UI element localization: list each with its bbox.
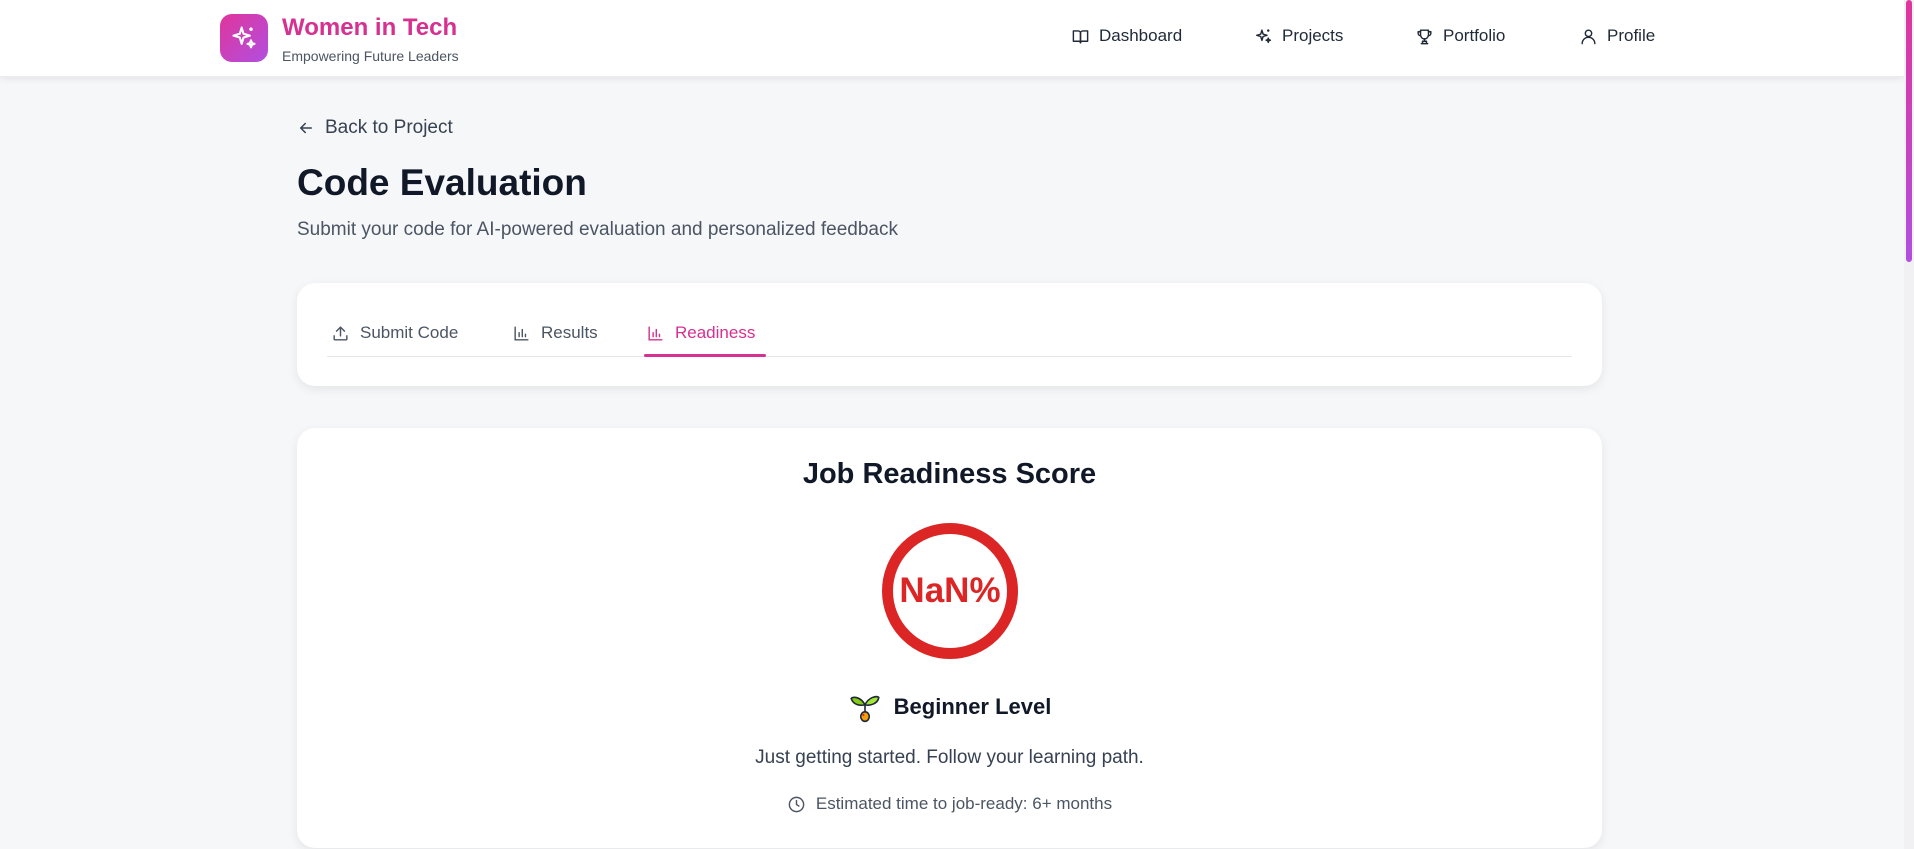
tab-readiness[interactable]: Readiness: [646, 323, 755, 343]
readiness-title: Job Readiness Score: [802, 458, 1097, 490]
nav-item-portfolio[interactable]: Portfolio: [1415, 26, 1505, 46]
level-label: Beginner Level: [893, 694, 1052, 719]
back-to-project-link[interactable]: Back to Project: [297, 117, 453, 139]
readiness-level: Beginner Level: [297, 690, 1602, 724]
bar-chart-icon: [648, 325, 663, 341]
score-value: NaN%: [899, 571, 1001, 610]
scrollbar-thumb[interactable]: [1906, 0, 1912, 262]
sparkles-icon[interactable]: [220, 14, 268, 62]
evaluation-tabs-card: Submit Code Results Readiness: [297, 283, 1602, 386]
tabs-divider: [327, 356, 1572, 357]
tab-label: Results: [541, 323, 598, 342]
upload-icon: [333, 325, 348, 341]
top-navigation-bar: Women in Tech Empowering Future Leaders …: [0, 0, 1904, 77]
level-description: Just getting started. Follow your learni…: [755, 747, 1144, 768]
page-title: Code Evaluation: [297, 162, 587, 203]
back-link-label: Back to Project: [325, 117, 453, 138]
nav-item-profile[interactable]: Profile: [1579, 26, 1655, 46]
page-subtitle: Submit your code for AI-powered evaluati…: [297, 219, 898, 240]
sparkles-icon: [1256, 28, 1272, 43]
nav-label: Profile: [1607, 26, 1656, 45]
brand-subtitle: Empowering Future Leaders: [282, 48, 459, 64]
brand-title[interactable]: Women in Tech: [282, 14, 457, 42]
seedling-icon: [850, 695, 880, 723]
bar-chart-icon: [514, 325, 529, 341]
estimate-row: Estimated time to job-ready: 6+ months: [297, 794, 1602, 814]
user-icon: [1581, 28, 1596, 44]
nav-label: Projects: [1282, 26, 1344, 45]
tab-submit-code[interactable]: Submit Code: [331, 323, 458, 343]
book-open-icon: [1072, 29, 1089, 44]
tab-label: Submit Code: [360, 323, 459, 342]
active-tab-indicator: [644, 354, 766, 357]
estimate-text: Estimated time to job-ready: 6+ months: [815, 794, 1113, 813]
nav-item-dashboard[interactable]: Dashboard: [1071, 26, 1182, 46]
nav-label: Portfolio: [1443, 26, 1506, 45]
clock-icon: [788, 796, 805, 812]
nav-item-projects[interactable]: Projects: [1254, 26, 1343, 46]
trophy-icon: [1417, 28, 1432, 44]
tab-results[interactable]: Results: [512, 323, 598, 343]
job-readiness-card: Job Readiness Score NaN% Beginner Level …: [297, 428, 1602, 848]
nav-label: Dashboard: [1099, 26, 1183, 45]
tab-label: Readiness: [675, 323, 756, 342]
arrow-left-icon: [300, 122, 312, 134]
score-ring: NaN%: [882, 523, 1018, 659]
